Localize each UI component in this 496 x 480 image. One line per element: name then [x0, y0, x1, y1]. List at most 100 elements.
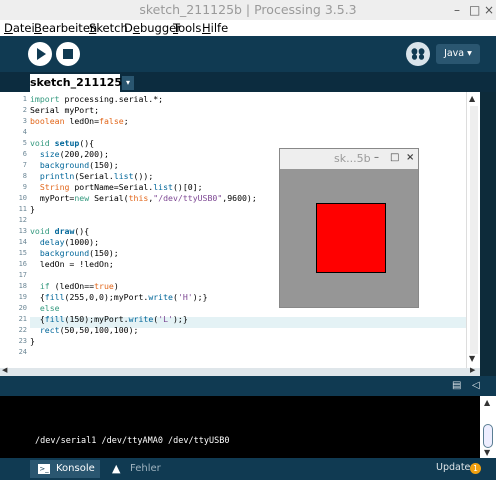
menu-hilfe[interactable]: Hilfe: [202, 21, 228, 35]
tab-row: sketch_211125b ▾: [0, 72, 496, 92]
debug-button[interactable]: [406, 42, 430, 66]
scroll-up-arrow-icon[interactable]: ▲: [469, 94, 475, 103]
maximize-button[interactable]: □: [469, 3, 480, 17]
line-number: 20: [18, 304, 27, 312]
butterfly-icon: [411, 48, 425, 60]
scrollbar-thumb[interactable]: [470, 106, 478, 354]
code-line: if (ledOn==true): [39, 281, 119, 291]
menu-bar: Datei Bearbeiten Sketch Debugger Tools H…: [0, 20, 496, 36]
code-line: rect(50,50,100,100);: [39, 325, 139, 335]
code-line: {fill(150);myPort.write('L');}: [30, 314, 188, 324]
line-number-gutter: 1 2 3 4 5 6 7 8 9 10 11 12 13 14 15 16 1…: [0, 92, 30, 368]
line-number: 4: [22, 128, 27, 136]
console-text: /dev/serial1 /dev/ttyAMA0 /dev/ttyUSB0: [35, 436, 230, 446]
console-tab[interactable]: >_ Konsole: [30, 460, 100, 478]
console-output: /dev/serial1 /dev/ttyAMA0 /dev/ttyUSB0: [0, 396, 480, 458]
processing-ide-window: sketch_211125b | Processing 3.5.3 – □ × …: [0, 0, 496, 480]
mode-selector[interactable]: Java ▾: [436, 44, 480, 64]
line-number: 21: [18, 315, 27, 323]
title-bar: sketch_211125b | Processing 3.5.3 – □ ×: [0, 0, 496, 20]
line-number: 23: [18, 337, 27, 345]
line-number: 8: [22, 172, 27, 180]
code-line: }: [30, 204, 35, 214]
line-number: 24: [18, 348, 27, 356]
line-number: 10: [18, 194, 27, 202]
code-line: boolean ledOn=false;: [30, 116, 129, 126]
warning-icon: ▲: [112, 462, 121, 475]
code-line: }: [30, 336, 35, 346]
tab-sketch[interactable]: sketch_211125b: [30, 74, 130, 92]
window-title: sketch_211125b | Processing 3.5.3: [139, 2, 357, 17]
code-line: void draw(){: [30, 226, 90, 236]
clipboard-icon[interactable]: ▤: [452, 380, 461, 391]
code-line: background(150);: [39, 160, 119, 170]
updates-badge[interactable]: 1: [470, 463, 481, 474]
code-line: size(200,200);: [39, 149, 109, 159]
scroll-right-arrow-icon[interactable]: ▶: [470, 366, 475, 374]
line-number: 12: [18, 216, 27, 224]
line-number: 17: [18, 271, 27, 279]
collapse-arrow-icon[interactable]: ◁: [472, 380, 480, 391]
line-number: 16: [18, 260, 27, 268]
errors-tab[interactable]: ▲ Fehler: [106, 460, 166, 478]
sketch-window: sk...5b – □ ×: [279, 148, 419, 308]
menu-datei[interactable]: Datei: [4, 21, 35, 35]
line-number: 9: [22, 183, 27, 191]
scroll-left-arrow-icon[interactable]: ◀: [2, 366, 7, 374]
code-line: println(Serial.list());: [39, 171, 154, 181]
code-line: void setup(){: [30, 138, 95, 148]
line-number: 18: [18, 282, 27, 290]
stop-button[interactable]: [56, 42, 80, 66]
menu-bearbeiten[interactable]: Bearbeiten: [34, 21, 97, 35]
close-button[interactable]: ×: [484, 3, 494, 17]
line-number: 13: [18, 227, 27, 235]
menu-tools[interactable]: Tools: [173, 21, 201, 35]
code-line: String portName=Serial.list()[0];: [39, 182, 203, 192]
red-square: [316, 203, 386, 273]
code-line: Serial myPort;: [30, 105, 100, 115]
code-line: myPort=new Serial(this,"/dev/ttyUSB0",96…: [30, 193, 257, 203]
line-number: 6: [22, 150, 27, 158]
code-line: {fill(255,0,0);myPort.write('H');}: [30, 292, 208, 302]
sketch-title-bar: sk...5b – □ ×: [280, 149, 418, 169]
console-scrollbar[interactable]: ▲ ▼: [480, 396, 496, 458]
tab-menu-button[interactable]: ▾: [122, 76, 134, 90]
editor-horizontal-scrollbar[interactable]: ◀ ▶: [0, 366, 480, 376]
console-tab-label: Konsole: [56, 463, 95, 474]
code-line: background(150);: [39, 248, 119, 258]
line-number: 3: [22, 117, 27, 125]
code-line: else: [39, 303, 60, 313]
code-line: ledOn = !ledOn;: [30, 259, 114, 269]
line-number: 19: [18, 293, 27, 301]
sketch-maximize-button[interactable]: □: [390, 152, 399, 163]
console-scroll-down-icon[interactable]: ▼: [484, 448, 490, 457]
sketch-minimize-button[interactable]: –: [374, 152, 379, 163]
console-header: ▤ ◁: [0, 376, 496, 396]
line-number: 7: [22, 161, 27, 169]
play-icon: [37, 48, 46, 60]
toolbar: Java ▾: [0, 36, 496, 72]
line-number: 14: [18, 238, 27, 246]
editor-vertical-scrollbar[interactable]: ▲ ▼: [466, 92, 480, 368]
code-line: delay(1000);: [39, 237, 100, 247]
errors-tab-label: Fehler: [130, 463, 161, 474]
line-number: 1: [22, 95, 27, 103]
line-number: 11: [18, 205, 27, 213]
line-number: 5: [22, 139, 27, 147]
terminal-icon: >_: [38, 464, 50, 474]
run-button[interactable]: [28, 42, 52, 66]
code-line: import processing.serial.*;: [30, 94, 164, 104]
line-number: 22: [18, 326, 27, 334]
scroll-down-arrow-icon[interactable]: ▼: [469, 354, 475, 363]
sketch-close-button[interactable]: ×: [406, 152, 414, 163]
stop-icon: [63, 49, 73, 59]
line-number: 2: [22, 106, 27, 114]
console-scroll-up-icon[interactable]: ▲: [484, 398, 490, 407]
line-number: 15: [18, 249, 27, 257]
console-scrollbar-thumb[interactable]: [483, 424, 493, 448]
footer-bar: >_ Konsole ▲ Fehler Updates 1: [0, 458, 496, 480]
minimize-button[interactable]: –: [454, 3, 460, 17]
sketch-canvas[interactable]: [280, 169, 418, 307]
sketch-window-title: sk...5b: [334, 152, 371, 165]
menu-sketch[interactable]: Sketch: [89, 21, 128, 35]
